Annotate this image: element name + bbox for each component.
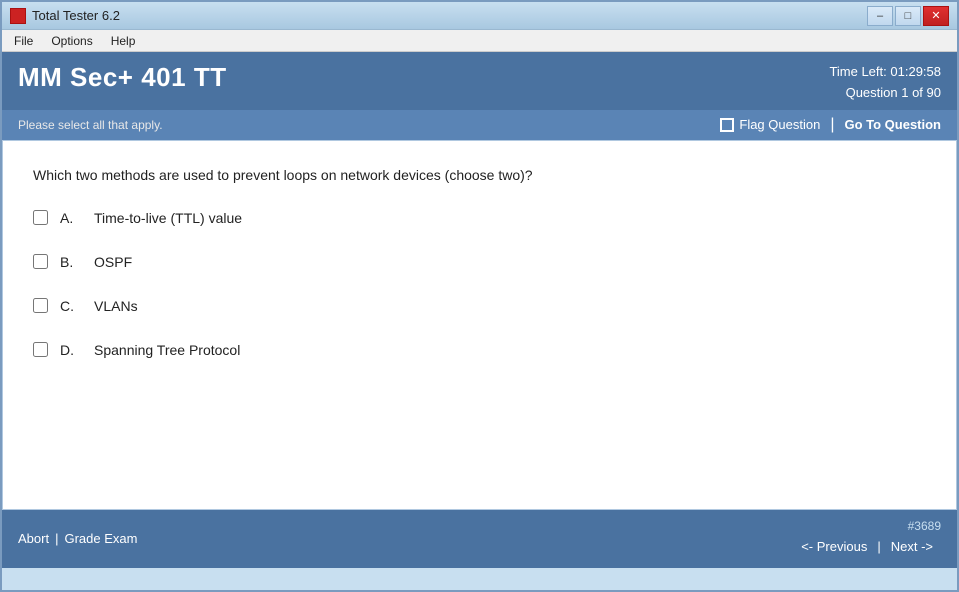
- exam-title: MM Sec+ 401 TT: [18, 62, 227, 93]
- checkbox-a[interactable]: [33, 210, 48, 225]
- option-a: A. Time-to-live (TTL) value: [33, 210, 926, 226]
- exam-header: MM Sec+ 401 TT Time Left: 01:29:58 Quest…: [2, 52, 957, 110]
- next-button[interactable]: Next ->: [883, 535, 941, 558]
- checkbox-c[interactable]: [33, 298, 48, 313]
- option-b-label: B. OSPF: [60, 254, 132, 270]
- abort-button[interactable]: Abort: [18, 531, 49, 546]
- flag-checkbox[interactable]: [720, 118, 734, 132]
- footer: Abort | Grade Exam #3689 <- Previous | N…: [2, 510, 957, 568]
- option-c-label: C. VLANs: [60, 298, 138, 314]
- nav-separator: |: [877, 539, 880, 554]
- question-text: Which two methods are used to prevent lo…: [33, 165, 926, 186]
- close-button[interactable]: ✕: [923, 6, 949, 26]
- grade-exam-button[interactable]: Grade Exam: [64, 531, 137, 546]
- flag-question-label[interactable]: Flag Question: [720, 117, 820, 132]
- timer-display: Time Left: 01:29:58: [829, 62, 941, 83]
- title-bar-left: Total Tester 6.2: [10, 8, 120, 24]
- option-d: D. Spanning Tree Protocol: [33, 342, 926, 358]
- option-a-label: A. Time-to-live (TTL) value: [60, 210, 242, 226]
- menu-bar: File Options Help: [2, 30, 957, 52]
- question-area: Which two methods are used to prevent lo…: [2, 140, 957, 510]
- option-b: B. OSPF: [33, 254, 926, 270]
- checkbox-d[interactable]: [33, 342, 48, 357]
- timer-info: Time Left: 01:29:58 Question 1 of 90: [829, 62, 941, 104]
- minimize-button[interactable]: –: [867, 6, 893, 26]
- instruction-text: Please select all that apply.: [18, 118, 163, 132]
- option-d-label: D. Spanning Tree Protocol: [60, 342, 240, 358]
- option-a-text: Time-to-live (TTL) value: [94, 210, 242, 226]
- footer-separator-1: |: [55, 531, 58, 546]
- option-c: C. VLANs: [33, 298, 926, 314]
- option-c-text: VLANs: [94, 298, 138, 314]
- option-c-letter: C.: [60, 298, 80, 314]
- option-b-text: OSPF: [94, 254, 132, 270]
- option-a-letter: A.: [60, 210, 80, 226]
- question-id: #3689: [908, 519, 941, 533]
- footer-left: Abort | Grade Exam: [18, 531, 137, 546]
- title-bar: Total Tester 6.2 – □ ✕: [2, 2, 957, 30]
- menu-options[interactable]: Options: [43, 32, 100, 50]
- option-d-letter: D.: [60, 342, 80, 358]
- header-separator: |: [830, 116, 834, 134]
- option-d-text: Spanning Tree Protocol: [94, 342, 240, 358]
- window-controls: – □ ✕: [867, 6, 949, 26]
- window-title: Total Tester 6.2: [32, 8, 120, 23]
- checkbox-b[interactable]: [33, 254, 48, 269]
- sub-header: Please select all that apply. Flag Quest…: [2, 110, 957, 140]
- menu-file[interactable]: File: [6, 32, 41, 50]
- app-icon: [10, 8, 26, 24]
- option-b-letter: B.: [60, 254, 80, 270]
- maximize-button[interactable]: □: [895, 6, 921, 26]
- question-counter: Question 1 of 90: [829, 83, 941, 104]
- footer-right: #3689 <- Previous | Next ->: [793, 519, 941, 558]
- menu-help[interactable]: Help: [103, 32, 144, 50]
- header-actions: Flag Question | Go To Question: [720, 116, 941, 134]
- time-label: Time Left:: [829, 64, 886, 79]
- go-to-question-button[interactable]: Go To Question: [844, 117, 941, 132]
- nav-buttons: <- Previous | Next ->: [793, 535, 941, 558]
- time-value: 01:29:58: [890, 64, 941, 79]
- flag-question-text: Flag Question: [739, 117, 820, 132]
- previous-button[interactable]: <- Previous: [793, 535, 875, 558]
